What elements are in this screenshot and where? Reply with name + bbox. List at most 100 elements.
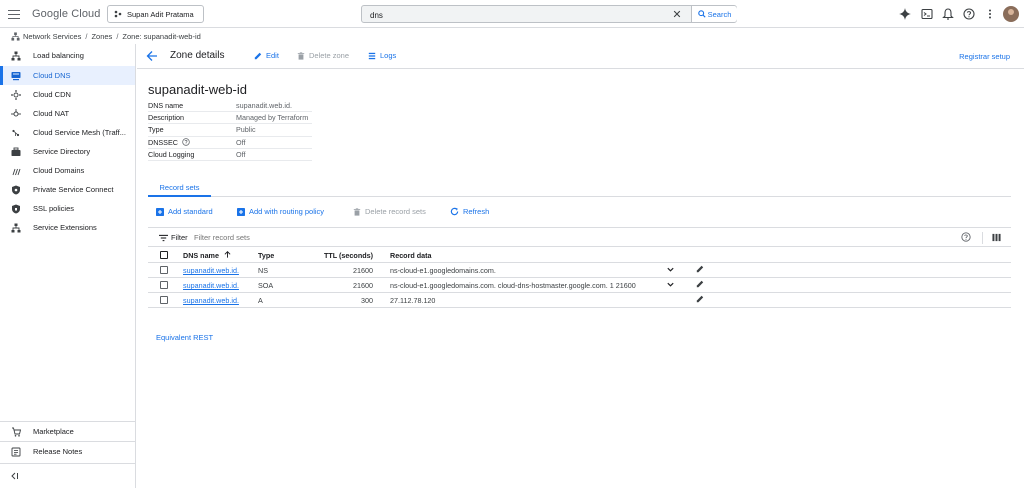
detail-value: Off — [236, 149, 246, 159]
detail-value: Off — [236, 137, 246, 147]
detail-key: Type — [148, 125, 164, 135]
page-header: Zone details Edit Delete zone Logs Regis… — [137, 44, 1024, 69]
project-name: Supan Adit Pratama — [127, 9, 194, 19]
edit-button[interactable]: Edit — [254, 51, 279, 60]
cloud-dns-icon — [10, 70, 22, 82]
dns-name-cell: supanadit.web.id. — [183, 296, 239, 305]
sidebar-item-cloud-nat[interactable]: Cloud NAT — [0, 104, 135, 123]
breadcrumb-separator: / — [116, 31, 119, 41]
breadcrumb: Network Services / Zones / Zone: supanad… — [11, 30, 201, 42]
detail-row: Cloud Logging Off — [148, 149, 312, 161]
cloud-domains-icon — [10, 165, 22, 177]
sidebar-item-label: Private Service Connect — [33, 185, 114, 194]
add-routing-policy-button[interactable]: Add with routing policy — [237, 207, 324, 216]
collapse-sidebar-icon[interactable] — [10, 471, 20, 483]
tab-record-sets[interactable]: Record sets — [148, 179, 211, 197]
dns-name-link[interactable]: supanadit.web.id. — [183, 296, 239, 305]
column-header-type[interactable]: Type — [258, 251, 274, 260]
expand-chevron-icon[interactable] — [666, 265, 675, 274]
filter-button[interactable]: Filter — [159, 233, 188, 242]
sidebar-item-label: Cloud CDN — [33, 90, 71, 99]
sidebar-item-load-balancing[interactable]: Load balancing — [0, 46, 135, 65]
expand-chevron-icon[interactable] — [666, 280, 675, 289]
detail-key: Description — [148, 113, 184, 123]
zone-details-table: DNS name supanadit.web.id. Description M… — [148, 100, 312, 161]
edit-icon[interactable] — [696, 295, 704, 303]
logs-button[interactable]: Logs — [368, 51, 396, 60]
row-checkbox[interactable] — [160, 296, 168, 304]
zone-name-heading: supanadit-web-id — [148, 82, 248, 97]
column-display-icon[interactable] — [992, 233, 1001, 242]
sidebar-item-private-service-connect[interactable]: Private Service Connect — [0, 180, 135, 199]
project-picker-button[interactable]: Supan Adit Pratama — [107, 5, 204, 23]
more-options-icon[interactable] — [984, 8, 996, 20]
search-input[interactable] — [370, 9, 660, 21]
detail-key-dnssec: DNSSEC — [148, 138, 236, 147]
column-header-record-data[interactable]: Record data — [390, 251, 432, 260]
edit-label: Edit — [266, 51, 279, 60]
sidebar-item-service-extensions[interactable]: Service Extensions — [0, 218, 135, 237]
detail-row: DNS name supanadit.web.id. — [148, 100, 312, 113]
equivalent-rest-link[interactable]: Equivalent REST — [156, 333, 213, 342]
back-arrow-icon[interactable] — [146, 50, 158, 62]
sidebar-item-service-mesh[interactable]: Cloud Service Mesh (Traff... — [0, 123, 135, 142]
search-button-label: Search — [707, 9, 732, 19]
dns-name-link[interactable]: supanadit.web.id. — [183, 281, 239, 290]
clear-search-icon[interactable]: ✕ — [671, 9, 683, 21]
project-icon — [114, 10, 122, 18]
cloud-cdn-icon — [10, 89, 22, 101]
sidebar-item-marketplace[interactable]: Marketplace — [0, 422, 135, 441]
edit-icon — [254, 52, 262, 59]
search-button[interactable]: Search — [691, 6, 737, 22]
refresh-button[interactable]: Refresh — [450, 207, 489, 216]
row-checkbox[interactable] — [160, 281, 168, 289]
sidebar-item-label: Release Notes — [33, 447, 83, 456]
cloud-shell-icon[interactable] — [921, 8, 933, 20]
help-icon[interactable] — [182, 138, 190, 146]
notifications-icon[interactable] — [942, 8, 954, 20]
google-cloud-logo[interactable]: Google Cloud — [32, 8, 100, 20]
breadcrumb-network-services[interactable]: Network Services — [23, 32, 81, 41]
edit-icon[interactable] — [696, 265, 704, 273]
delete-zone-button[interactable]: Delete zone — [297, 51, 349, 60]
dns-name-cell: supanadit.web.id. — [183, 266, 239, 275]
sidebar-item-cloud-cdn[interactable]: Cloud CDN — [0, 85, 135, 104]
detail-value: supanadit.web.id. — [236, 101, 292, 111]
service-directory-icon — [10, 146, 22, 158]
add-standard-button[interactable]: Add standard — [156, 207, 213, 216]
column-header-ttl[interactable]: TTL (seconds) — [298, 251, 373, 260]
registrar-setup-link[interactable]: Registrar setup — [959, 52, 1010, 61]
delete-record-sets-label: Delete record sets — [365, 207, 426, 216]
sidebar-item-label: Marketplace — [33, 427, 74, 436]
add-box-icon — [237, 207, 245, 216]
help-icon[interactable] — [963, 8, 975, 20]
load-balancing-icon — [10, 50, 22, 62]
sidebar-item-cloud-domains[interactable]: Cloud Domains — [0, 161, 135, 180]
filter-label: Filter — [171, 233, 188, 242]
edit-icon[interactable] — [696, 280, 704, 288]
account-avatar[interactable] — [1003, 6, 1019, 22]
sidebar-item-service-directory[interactable]: Service Directory — [0, 142, 135, 161]
detail-value: Public — [236, 125, 256, 135]
filter-icon — [159, 234, 168, 241]
row-checkbox[interactable] — [160, 266, 168, 274]
sort-ascending-icon[interactable] — [224, 251, 231, 258]
main-menu-icon[interactable] — [8, 7, 20, 21]
select-all-checkbox[interactable] — [160, 251, 168, 259]
table-row: supanadit.web.id. A 300 27.112.78.120 — [148, 293, 1011, 308]
sidebar-item-label: Load balancing — [33, 51, 84, 60]
logo-google: Google — [32, 8, 69, 20]
record-data-cell: 27.112.78.120 — [390, 296, 436, 305]
column-header-dns-name[interactable]: DNS name — [183, 251, 231, 260]
sidebar-item-release-notes[interactable]: Release Notes — [0, 442, 135, 461]
delete-record-sets-button[interactable]: Delete record sets — [353, 207, 426, 216]
network-services-icon — [11, 31, 20, 41]
filter-input[interactable] — [194, 232, 394, 243]
dns-name-link[interactable]: supanadit.web.id. — [183, 266, 239, 275]
sidebar-item-cloud-dns[interactable]: Cloud DNS — [0, 66, 135, 85]
ssl-policies-icon — [10, 203, 22, 215]
sidebar-item-ssl-policies[interactable]: SSL policies — [0, 199, 135, 218]
help-icon[interactable] — [961, 232, 971, 242]
gemini-icon[interactable] — [899, 8, 911, 20]
breadcrumb-zones[interactable]: Zones — [91, 32, 112, 41]
